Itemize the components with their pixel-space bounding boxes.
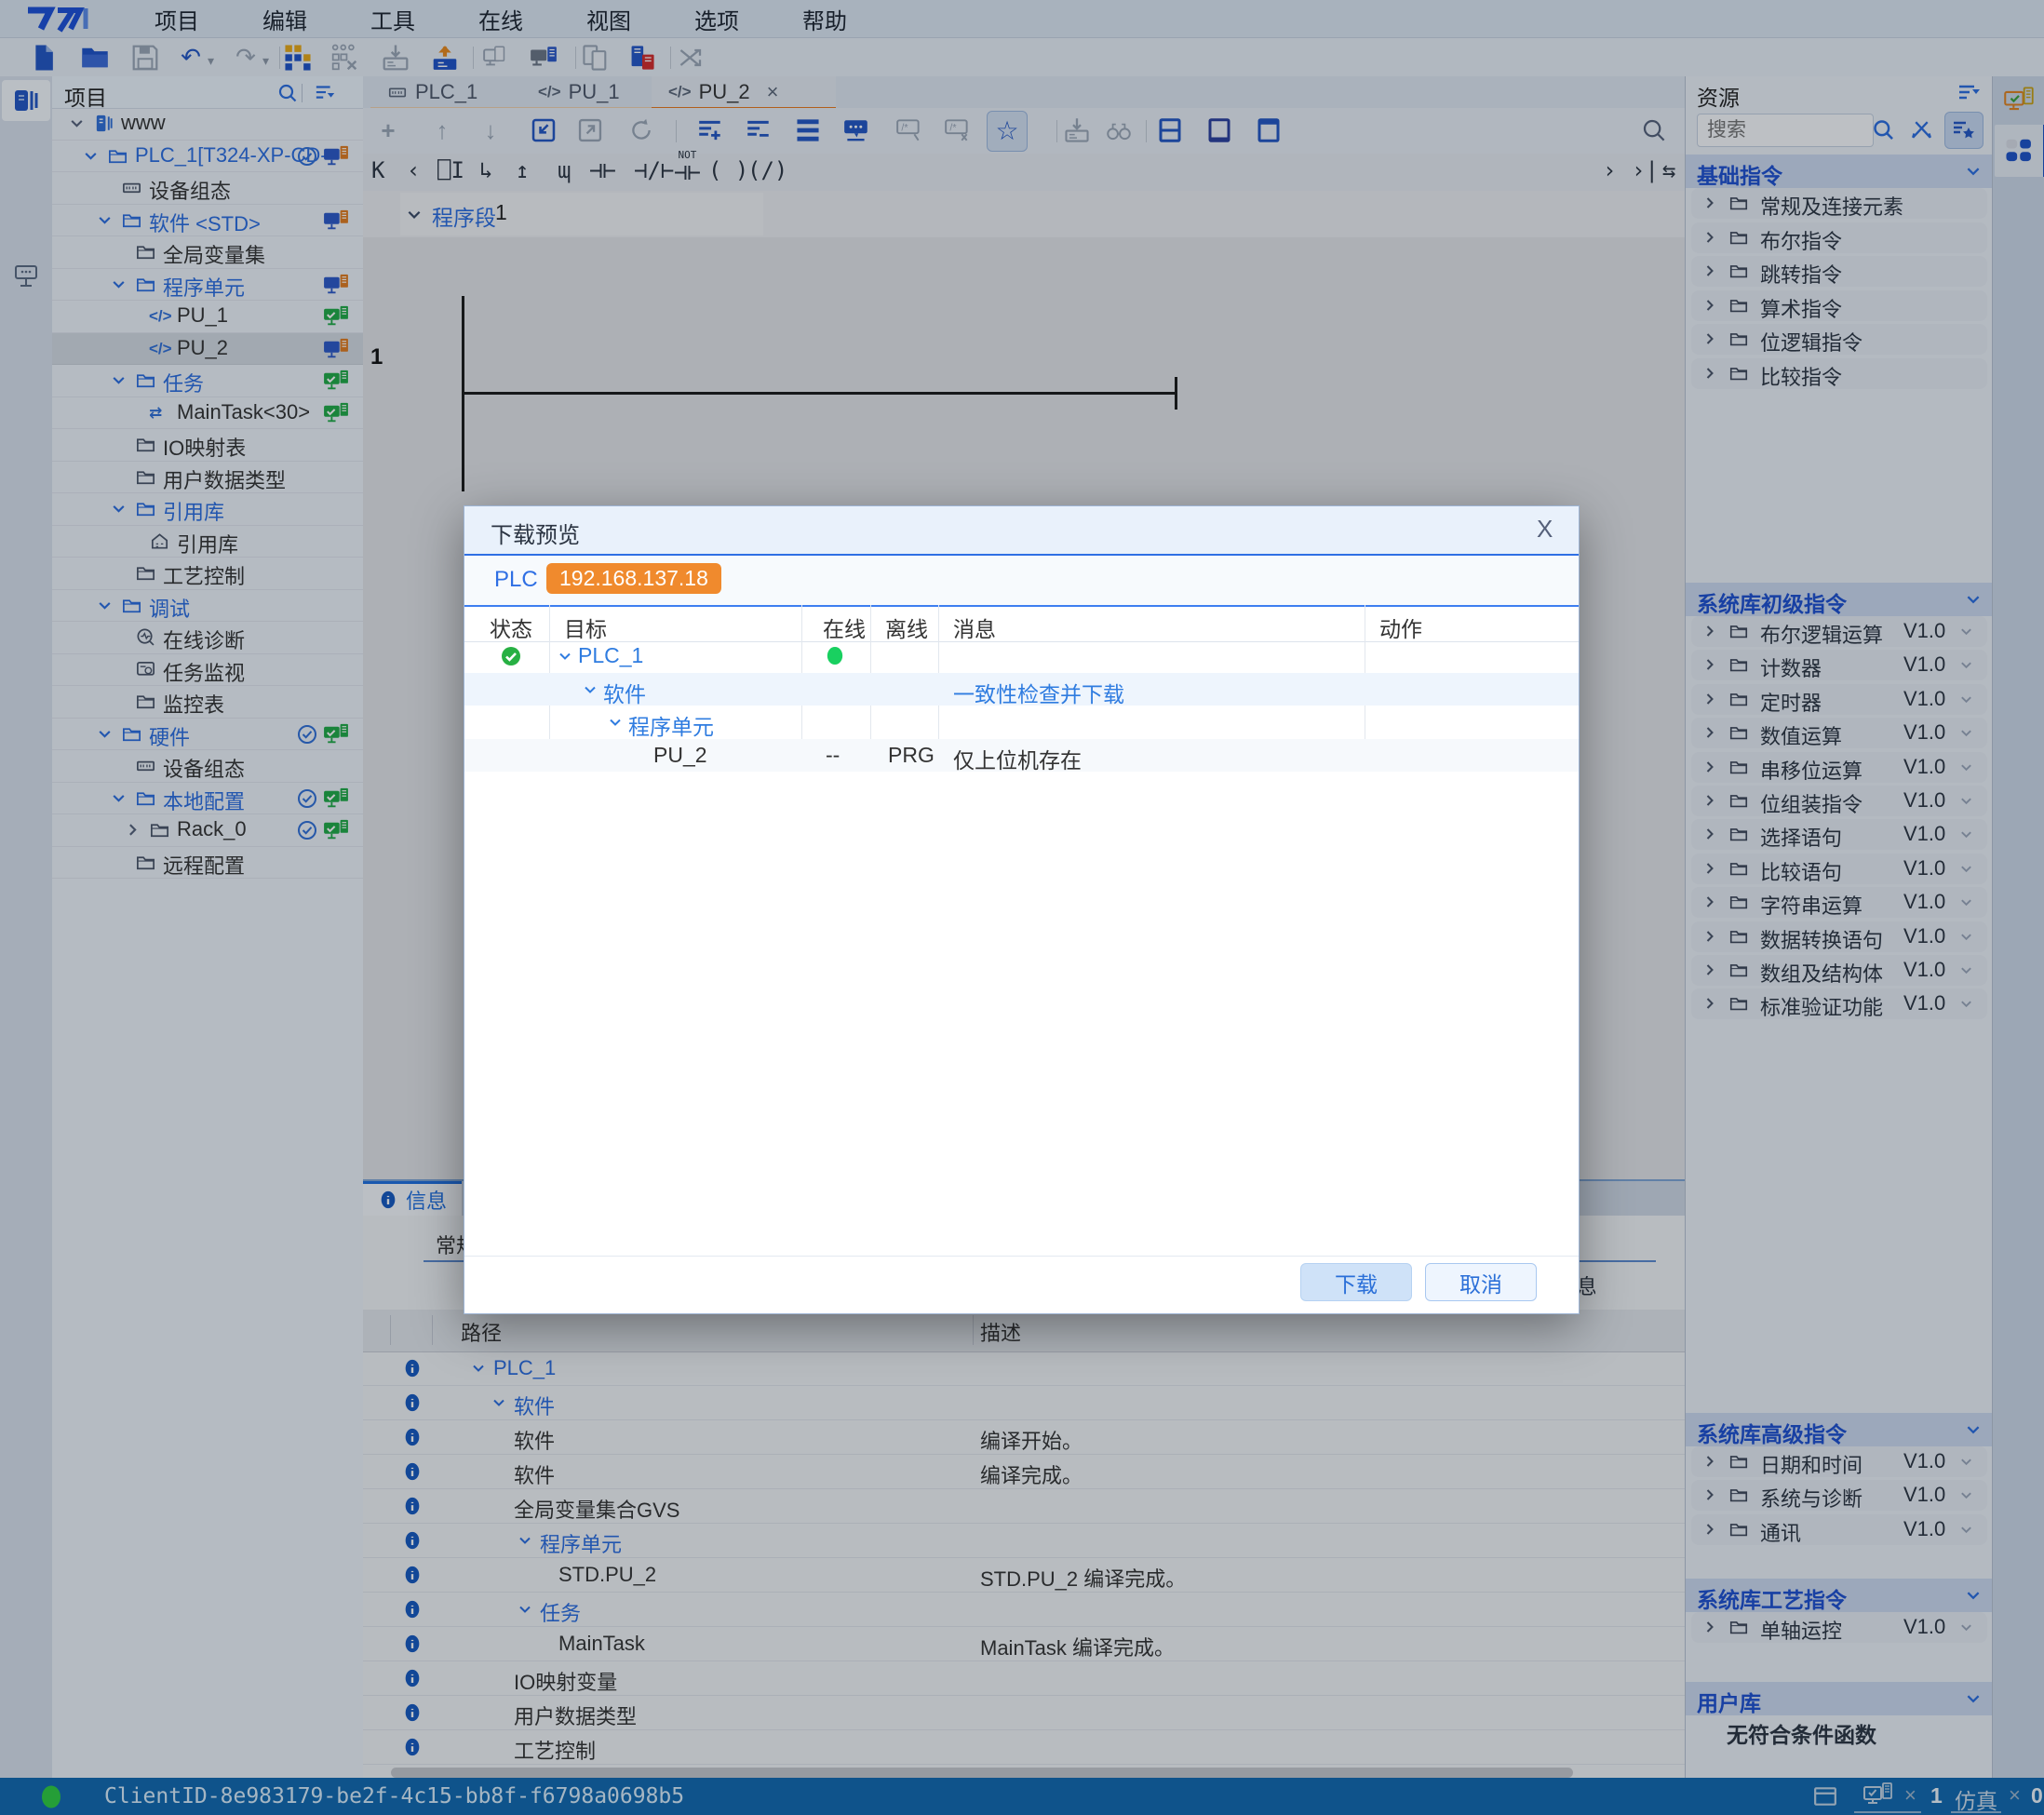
dialog-title: 下载预览 (491, 517, 580, 549)
chevron-down-icon[interactable] (608, 715, 623, 730)
column-status[interactable]: 状态 (490, 612, 532, 643)
column-target[interactable]: 目标 (564, 612, 607, 643)
column-action[interactable]: 动作 (1379, 612, 1422, 643)
target-label: PLC_1 (578, 643, 643, 668)
target-label: 程序单元 (628, 709, 714, 741)
plc-label: PLC (494, 567, 538, 593)
offline-value: PRG (888, 743, 935, 768)
download-preview-dialog: 下载预览 X PLC 192.168.137.18 状态 目标 在线 离线 消息… (464, 505, 1580, 1314)
chevron-down-icon[interactable] (558, 649, 572, 664)
dialog-title-bar: 下载预览 X (464, 506, 1579, 556)
dialog-row-软件[interactable]: 软件 一致性检查并下载 (464, 673, 1579, 706)
column-message[interactable]: 消息 (953, 612, 996, 643)
dialog-row-PU_2[interactable]: PU_2 -- PRG 仅上位机存在 (464, 739, 1579, 773)
message-text[interactable]: 一致性检查并下载 (953, 677, 1124, 708)
divider (464, 1256, 1579, 1257)
dialog-row-PLC_1[interactable]: PLC_1 (464, 639, 1579, 673)
plc-ip-badge: 192.168.137.18 (546, 563, 721, 594)
app-window: 项目编辑工具在线视图选项帮助 ↶▾↷▾ 项目 wwwPLC_1[T32 (0, 0, 2044, 1815)
cancel-button[interactable]: 取消 (1425, 1263, 1537, 1301)
column-offline[interactable]: 离线 (885, 612, 928, 643)
target-label: PU_2 (653, 743, 707, 768)
dialog-table-header: 状态 目标 在线 离线 消息 动作 (464, 605, 1579, 642)
target-label: 软件 (603, 677, 646, 708)
online-value: -- (826, 743, 840, 768)
green-check-icon (500, 645, 522, 667)
plc-target-row: PLC 192.168.137.18 (464, 556, 1579, 606)
download-button[interactable]: 下载 (1300, 1263, 1412, 1301)
column-online[interactable]: 在线 (823, 612, 866, 643)
close-icon[interactable]: X (1537, 515, 1553, 544)
message-text: 仅上位机存在 (953, 743, 1082, 774)
chevron-down-icon[interactable] (583, 682, 598, 697)
dialog-row-程序单元[interactable]: 程序单元 (464, 706, 1579, 739)
online-green-dot-icon (826, 646, 844, 666)
